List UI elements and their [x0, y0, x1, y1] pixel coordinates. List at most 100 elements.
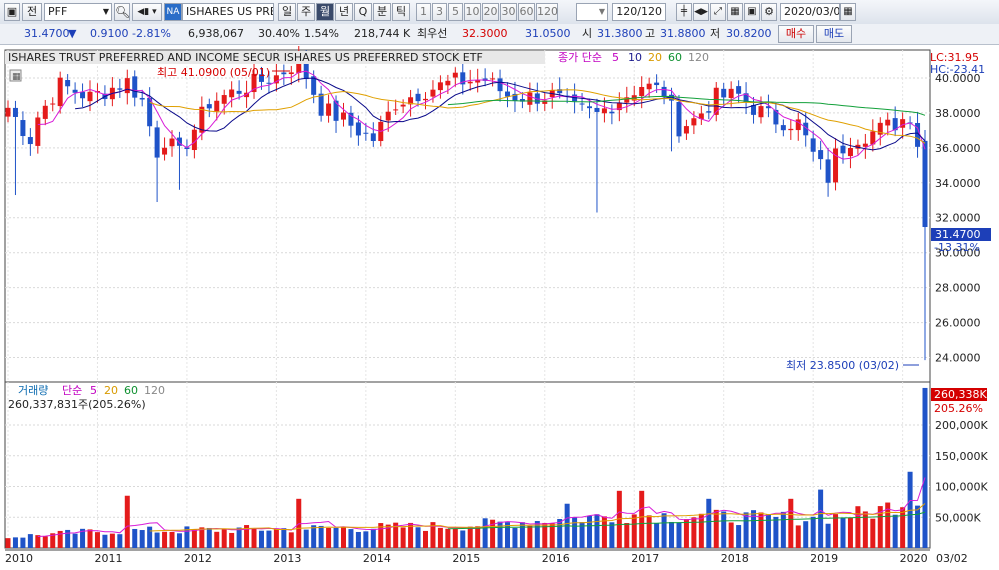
volume-bar [303, 529, 309, 548]
candle-body [490, 78, 496, 80]
volume-pct: 30.40% [258, 27, 300, 40]
volume-bar [109, 533, 115, 548]
volume-bar [549, 523, 555, 548]
market-tab[interactable]: 전 [22, 3, 42, 21]
chevron-down-icon[interactable]: ▼ [599, 4, 605, 20]
volume-bar [132, 528, 138, 548]
cross-arrows-icon[interactable]: ◀▶ [693, 3, 709, 21]
time-axis-tick: 2012 [184, 552, 212, 565]
candle-style-icon[interactable]: ╪ [676, 3, 692, 21]
candle-body [445, 80, 451, 86]
chevron-down-icon[interactable]: ▼ [103, 4, 109, 20]
best-bid-value: 32.3000 [462, 27, 508, 40]
volume-bar [5, 538, 11, 548]
volume-bar [847, 518, 853, 548]
period-tab-1[interactable]: 주 [297, 3, 315, 21]
candle-body [266, 82, 272, 84]
period-tab-2[interactable]: 월 [316, 3, 334, 21]
minute-button-20[interactable]: 20 [482, 3, 499, 21]
volume-bar [318, 525, 324, 548]
candle-body [810, 138, 816, 152]
candle-body [117, 88, 123, 90]
volume-bar [743, 512, 749, 548]
minute-button-3[interactable]: 3 [432, 3, 447, 21]
volume-bar [288, 532, 294, 548]
candle-body [721, 88, 727, 98]
volume-bar [422, 530, 428, 548]
search-icon[interactable]: 🔍︎ [114, 3, 130, 21]
price-axis-tick: 34.0000 [935, 177, 981, 190]
period-tab-0[interactable]: 일 [278, 3, 296, 21]
minute-button-30[interactable]: 30 [500, 3, 517, 21]
price-volume-chart[interactable]: 40.000038.000036.000034.000032.000030.00… [0, 46, 999, 570]
volume-bar [527, 525, 533, 548]
candle-body [326, 103, 332, 116]
best-ask-value: 31.0500 [525, 27, 571, 40]
time-axis-tick: 03/02 [936, 552, 968, 565]
date-input[interactable]: 2020/03/02 [780, 3, 840, 21]
window-icon[interactable]: ▣ [4, 3, 20, 21]
speaker-icon[interactable]: ◀▮ ▾ [132, 3, 162, 21]
open-value: 31.3800 [597, 27, 643, 40]
candle-body [20, 120, 26, 137]
volume-bar [639, 490, 645, 548]
minute-button-120[interactable]: 120 [536, 3, 558, 21]
candle-body [437, 82, 443, 91]
volume-bar [176, 533, 182, 548]
buy-button[interactable]: 매수 [778, 25, 814, 43]
volume-bar [221, 528, 227, 548]
volume-bar [676, 522, 682, 548]
down-arrow-icon: ▼ [68, 27, 77, 40]
period-tab-3[interactable]: 년 [335, 3, 353, 21]
minute-button-10[interactable]: 10 [464, 3, 481, 21]
volume-bar [258, 530, 264, 548]
table-icon[interactable]: ▦ [727, 3, 743, 21]
calendar-icon[interactable]: ▦ [840, 3, 856, 21]
volume-bar [124, 495, 130, 548]
volume-bar [758, 512, 764, 548]
gear-icon[interactable]: ⚙ [761, 3, 777, 21]
volume-bar [587, 515, 593, 548]
candle-body [27, 137, 33, 145]
zoom-icon[interactable]: ⤢ [710, 3, 726, 21]
volume-bar [788, 498, 794, 548]
period-tab-4[interactable]: Q [354, 3, 372, 21]
candle-body [400, 104, 406, 107]
candle-body [288, 72, 294, 75]
volume-ma-5: 5 [90, 384, 97, 397]
price-ma-10: 10 [628, 51, 642, 64]
volume-bar [27, 534, 33, 548]
volume-bar [870, 518, 876, 548]
candle-body [229, 89, 235, 98]
fund-name-field: ISHARES US PREFERRED [182, 3, 274, 21]
volume-value: 6,938,067 [188, 27, 244, 40]
volume-axis-tick: 150,000K [935, 450, 988, 463]
custom-period-input[interactable]: ▼ [576, 3, 608, 21]
volume-bar [780, 511, 786, 548]
candle-body [50, 103, 56, 105]
minute-button-1[interactable]: 1 [416, 3, 431, 21]
candle-body [758, 106, 764, 118]
price-ma-5: 5 [612, 51, 619, 64]
sell-button[interactable]: 매도 [816, 25, 852, 43]
symbol-input[interactable]: PFF ▼ [44, 3, 112, 21]
period-tab-5[interactable]: 분 [373, 3, 391, 21]
minute-button-5[interactable]: 5 [448, 3, 463, 21]
volume-bar [117, 534, 123, 548]
candle-body [214, 100, 220, 112]
candle-body [795, 119, 801, 131]
candle-body [65, 80, 71, 87]
last-price: 31.4700 [24, 27, 70, 40]
panel-menu-glyph: ▦ [12, 72, 21, 82]
price-axis-tick: 26.0000 [935, 317, 981, 330]
price-change: 0.9100 [90, 27, 129, 40]
volume-bar [437, 527, 443, 548]
candle-body [467, 81, 473, 84]
count-input[interactable]: 120/120 [612, 3, 666, 21]
hc-label: HC:-23.41 [930, 63, 985, 76]
save-icon[interactable]: ▣ [744, 3, 760, 21]
volume-ma-60: 60 [124, 384, 138, 397]
period-tab-6[interactable]: 틱 [392, 3, 410, 21]
minute-button-60[interactable]: 60 [518, 3, 535, 21]
candle-body [527, 92, 533, 105]
